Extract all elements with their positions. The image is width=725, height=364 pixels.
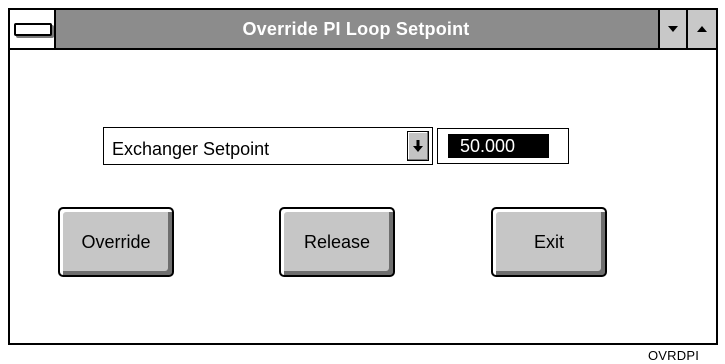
release-button[interactable]: Release [279, 207, 395, 277]
system-menu-icon [14, 23, 52, 36]
maximize-arrow-icon [697, 26, 707, 32]
dropdown-button[interactable] [407, 131, 429, 161]
maximize-button[interactable] [686, 10, 716, 48]
down-arrow-icon [413, 140, 423, 152]
exit-button[interactable]: Exit [491, 207, 607, 277]
minimize-button[interactable] [658, 10, 686, 48]
dialog-window: Override PI Loop Setpoint [8, 8, 718, 345]
override-button[interactable]: Override [58, 207, 174, 277]
title-bar[interactable]: Override PI Loop Setpoint [10, 10, 716, 50]
figure-id-caption: OVRDPI [648, 348, 700, 363]
setpoint-select-value: Exchanger Setpoint [112, 139, 270, 159]
setpoint-value-field[interactable]: 50.000 [437, 128, 569, 164]
setpoint-select[interactable]: Exchanger Setpoint [103, 127, 433, 165]
minimize-arrow-icon [668, 26, 678, 32]
system-menu-button[interactable] [10, 10, 56, 48]
window-title: Override PI Loop Setpoint [242, 19, 470, 39]
setpoint-value-text: 50.000 [448, 134, 549, 158]
